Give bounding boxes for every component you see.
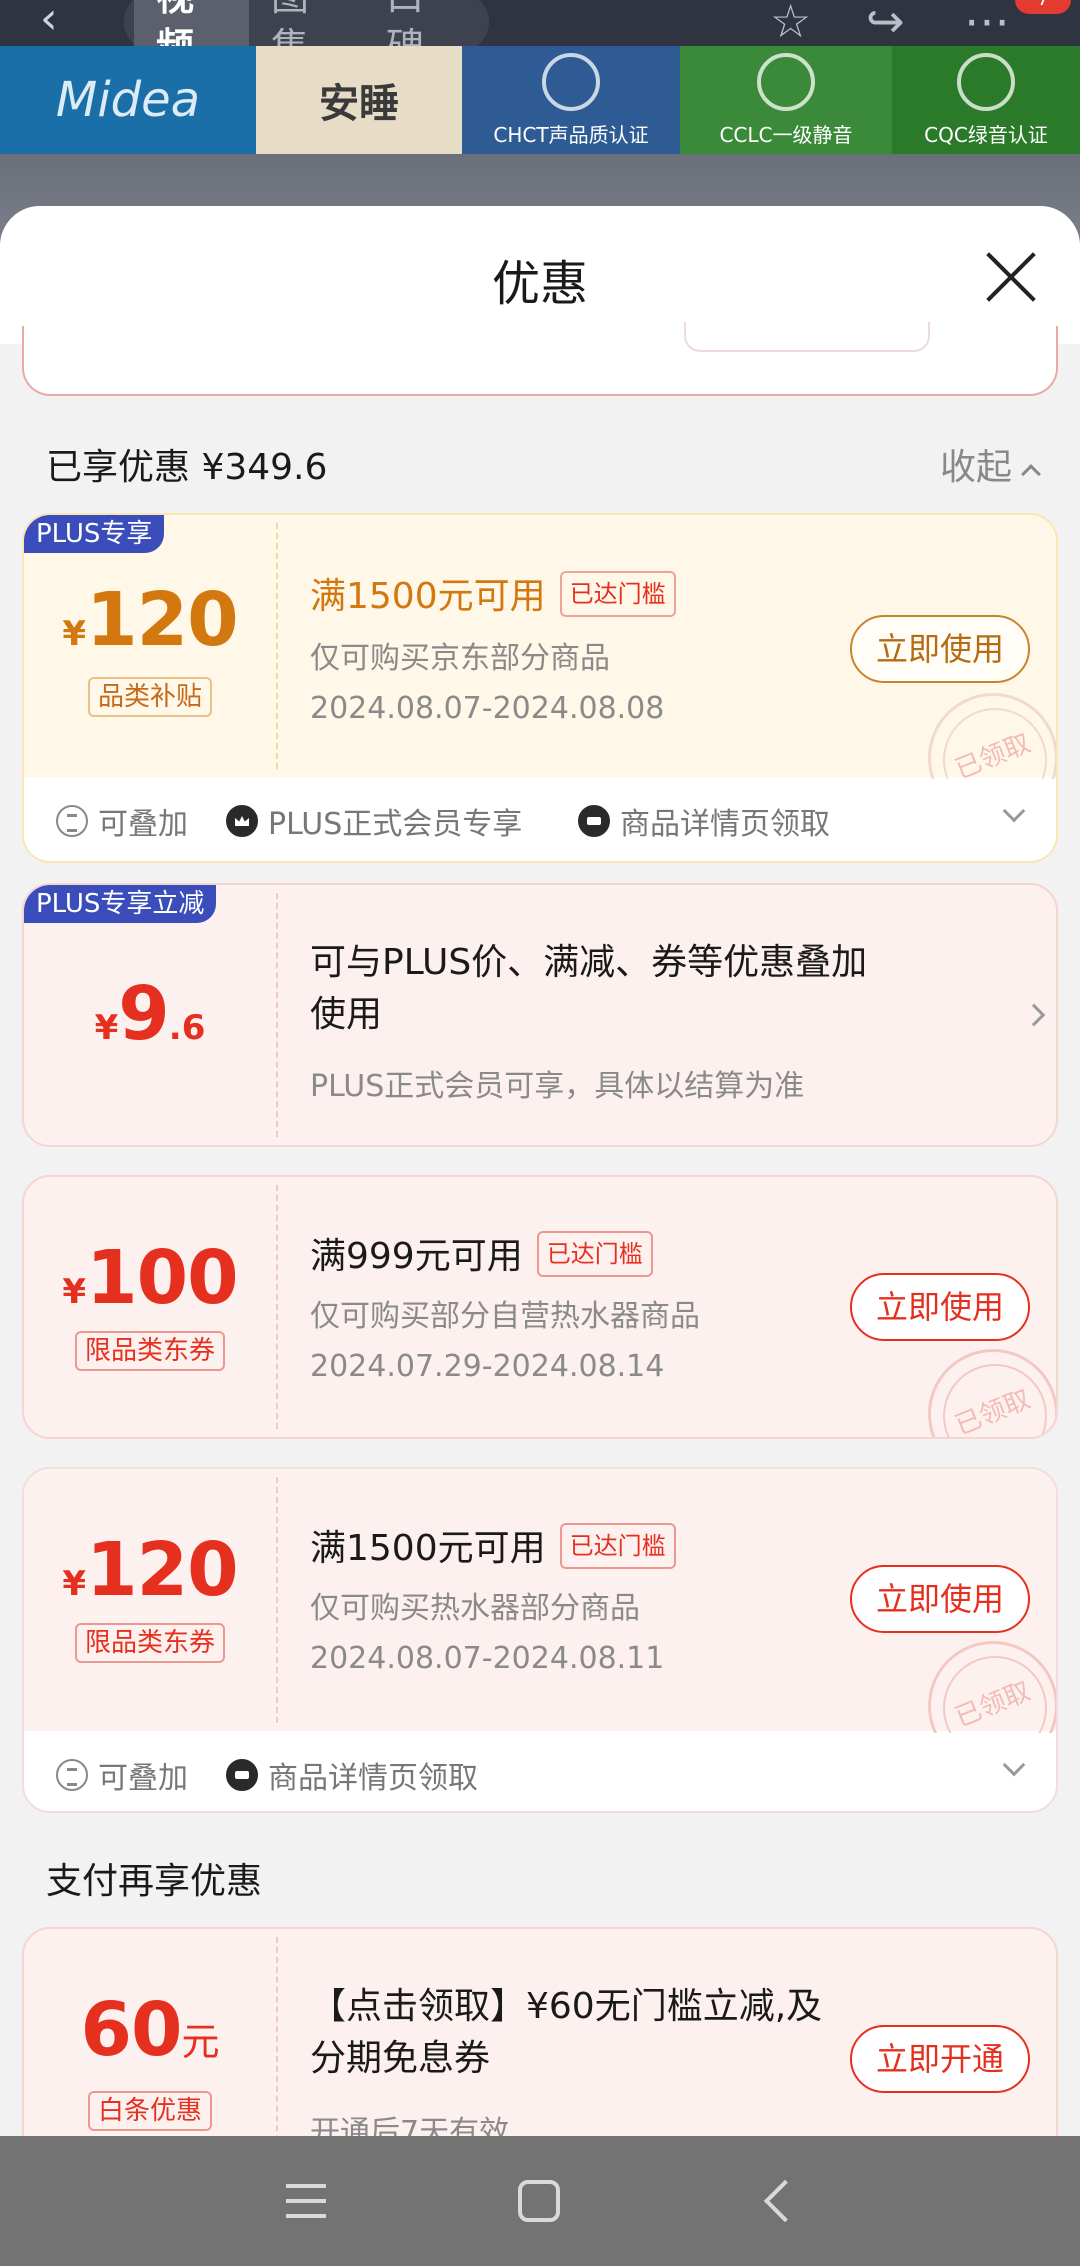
ticket-icon xyxy=(578,805,610,837)
midea-logo: Midea xyxy=(0,46,256,154)
star-icon[interactable]: ☆ xyxy=(770,0,811,44)
top-navigation: ‹ 视频 图集 口碑 ☆ ↪ ⋯ 7 xyxy=(0,0,1080,72)
coupon-validity: 2024.08.07-2024.08.11 xyxy=(310,1641,665,1676)
coupon-scope: 仅可购买部分自营热水器商品 xyxy=(310,1299,700,1334)
discount-note: PLUS正式会员可享，具体以结算为准 xyxy=(310,1069,805,1104)
use-now-button[interactable]: 立即使用 xyxy=(850,1565,1030,1633)
plus-member-label: PLUS正式会员专享 xyxy=(226,799,522,843)
use-now-button[interactable]: 立即使用 xyxy=(850,615,1030,683)
coupon-card-plus-discount[interactable]: PLUS专享立减 ¥9.6 可与PLUS价、满减、券等优惠叠加使用 PLUS正式… xyxy=(22,883,1058,1147)
chevron-down-icon[interactable] xyxy=(1002,799,1026,823)
coupon-condition: 满1500元可用 已达门槛 xyxy=(310,567,676,621)
crown-icon xyxy=(226,805,258,837)
back-icon[interactable]: ‹ xyxy=(40,0,58,42)
use-now-button[interactable]: 立即使用 xyxy=(850,1273,1030,1341)
offers-sheet: 优惠 已享优惠 ¥349.6 收起 PLUS专享 ¥120 品类补贴 满1500… xyxy=(0,206,1080,2136)
coupon-footer: 可叠加 商品详情页领取 xyxy=(24,1733,1056,1811)
pay-section-header: 支付再享优惠 xyxy=(0,1842,1080,1912)
close-button[interactable] xyxy=(984,250,1038,304)
coupon-scope: 仅可购买热水器部分商品 xyxy=(310,1591,640,1626)
cert-badge-icon xyxy=(957,52,1015,111)
coupon-amount: ¥120 xyxy=(62,577,238,663)
pay-section-title: 支付再享优惠 xyxy=(46,1861,263,1902)
claimed-stamp: 已领取 xyxy=(928,1349,1056,1437)
coupon-footer: 可叠加 PLUS正式会员专享 商品详情页领取 xyxy=(24,779,1056,857)
stack-icon xyxy=(56,805,88,837)
stackable-label: 可叠加 xyxy=(56,1753,188,1797)
chevron-up-icon xyxy=(1021,464,1041,484)
coupon-type-label: 品类补贴 xyxy=(87,677,213,717)
sheet-title: 优惠 xyxy=(491,256,588,312)
baitiao-note: 开通后7天有效 xyxy=(310,2115,510,2136)
plus-discount-tag: PLUS专享立减 xyxy=(24,885,217,923)
stack-icon xyxy=(56,1759,88,1791)
cqc-cert: CQC绿音认证 xyxy=(892,46,1080,154)
enjoyed-title: 已享优惠 ¥349.6 xyxy=(46,447,328,488)
discount-amount: ¥9.6 xyxy=(94,971,206,1057)
collapse-button[interactable]: 收起 xyxy=(940,438,1041,490)
coupon-card[interactable]: ¥120 限品类东券 满1500元可用 已达门槛 仅可购买热水器部分商品 2024… xyxy=(22,1467,1058,1813)
activate-button[interactable]: 立即开通 xyxy=(850,2025,1030,2093)
coupon-amount: ¥100 xyxy=(62,1235,238,1321)
coupon-type-label: 限品类东券 xyxy=(74,1331,226,1371)
stackable-label: 可叠加 xyxy=(56,799,188,843)
threshold-badge: 已达门槛 xyxy=(559,571,676,617)
plus-tag: PLUS专享 xyxy=(24,515,165,553)
back-icon[interactable] xyxy=(763,2179,807,2223)
brand-certification-strip: Midea 安睡 CHCT声品质认证 CCLC一级静音 CQC绿音认证 xyxy=(0,46,1080,154)
more-icon[interactable]: ⋯ xyxy=(964,0,1010,44)
cert-badge-icon xyxy=(542,52,600,111)
notification-badge: 7 xyxy=(1015,0,1071,14)
chct-cert: CHCT声品质认证 xyxy=(462,46,680,154)
baitiao-description: 【点击领取】¥60无门槛立减,及分期免息券 xyxy=(310,1986,823,2079)
cert-badge-icon xyxy=(757,52,815,111)
coupon-condition: 满999元可用 已达门槛 xyxy=(310,1227,653,1281)
claim-source-label: 商品详情页领取 xyxy=(578,799,830,843)
cclc-cert: CCLC一级静音 xyxy=(680,46,892,154)
previous-card-button[interactable] xyxy=(684,322,930,352)
claim-source-label: 商品详情页领取 xyxy=(226,1753,478,1797)
chevron-right-icon[interactable] xyxy=(1022,1003,1046,1027)
sleep-logo: 安睡 xyxy=(256,46,462,154)
ticket-icon xyxy=(226,1759,258,1791)
system-navigation-bar xyxy=(0,2136,1080,2266)
chevron-down-icon[interactable] xyxy=(1002,1753,1026,1777)
previous-card-bottom xyxy=(22,322,1058,396)
coupon-card[interactable]: ¥100 限品类东券 满999元可用 已达门槛 仅可购买部分自营热水器商品 202… xyxy=(22,1175,1058,1439)
coupon-validity: 2024.08.07-2024.08.08 xyxy=(310,691,665,726)
threshold-badge: 已达门槛 xyxy=(559,1523,676,1569)
discount-description: 可与PLUS价、满减、券等优惠叠加使用 xyxy=(310,942,868,1035)
coupon-amount: ¥120 xyxy=(62,1527,238,1613)
threshold-badge: 已达门槛 xyxy=(536,1231,653,1277)
coupon-type-label: 限品类东券 xyxy=(74,1623,226,1663)
coupon-card-plus[interactable]: PLUS专享 ¥120 品类补贴 满1500元可用 已达门槛 仅可购买京东部分商品… xyxy=(22,513,1058,863)
coupon-type-label: 白条优惠 xyxy=(87,2091,213,2131)
coupon-validity: 2024.07.29-2024.08.14 xyxy=(310,1349,665,1384)
menu-icon[interactable] xyxy=(286,2184,326,2218)
enjoyed-section-header: 已享优惠 ¥349.6 收起 xyxy=(0,428,1080,498)
coupon-condition: 满1500元可用 已达门槛 xyxy=(310,1519,676,1573)
media-tabs: 视频 图集 口碑 xyxy=(124,0,489,72)
baitiao-coupon-card[interactable]: 60元 白条优惠 【点击领取】¥60无门槛立减,及分期免息券 开通后7天有效 立… xyxy=(22,1927,1058,2136)
home-icon[interactable] xyxy=(518,2180,560,2222)
share-icon[interactable]: ↪ xyxy=(866,0,905,44)
coupon-scope: 仅可购买京东部分商品 xyxy=(310,641,610,676)
baitiao-amount: 60元 xyxy=(80,1987,220,2073)
